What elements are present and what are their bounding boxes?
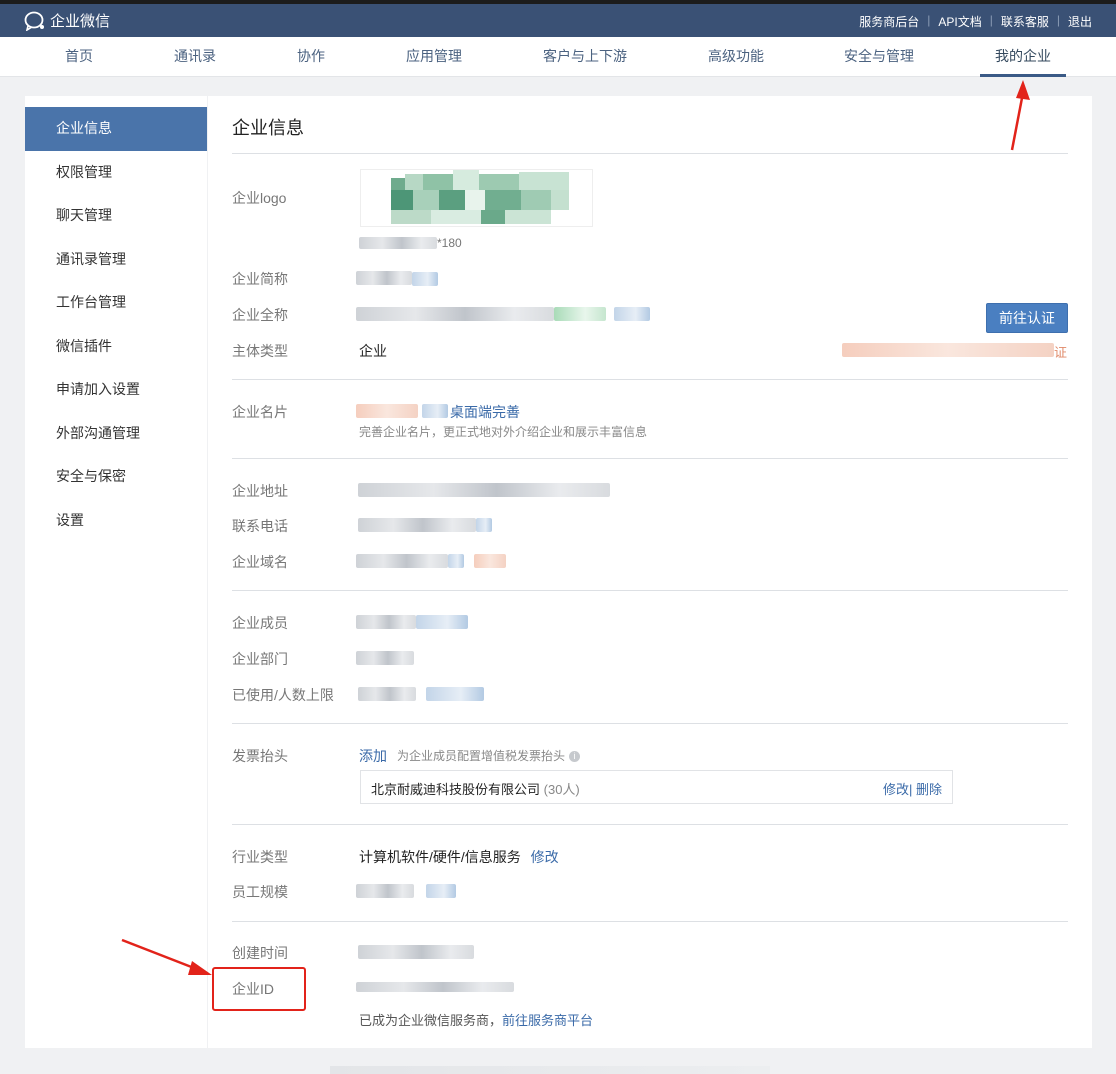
annotation-arrow-icon — [1010, 80, 1030, 151]
annotation-arrow-icon — [121, 938, 212, 975]
annotation-highlight-box — [212, 967, 306, 1011]
annotation-layer — [121, 80, 1030, 975]
footer-text-redacted — [330, 1066, 770, 1074]
